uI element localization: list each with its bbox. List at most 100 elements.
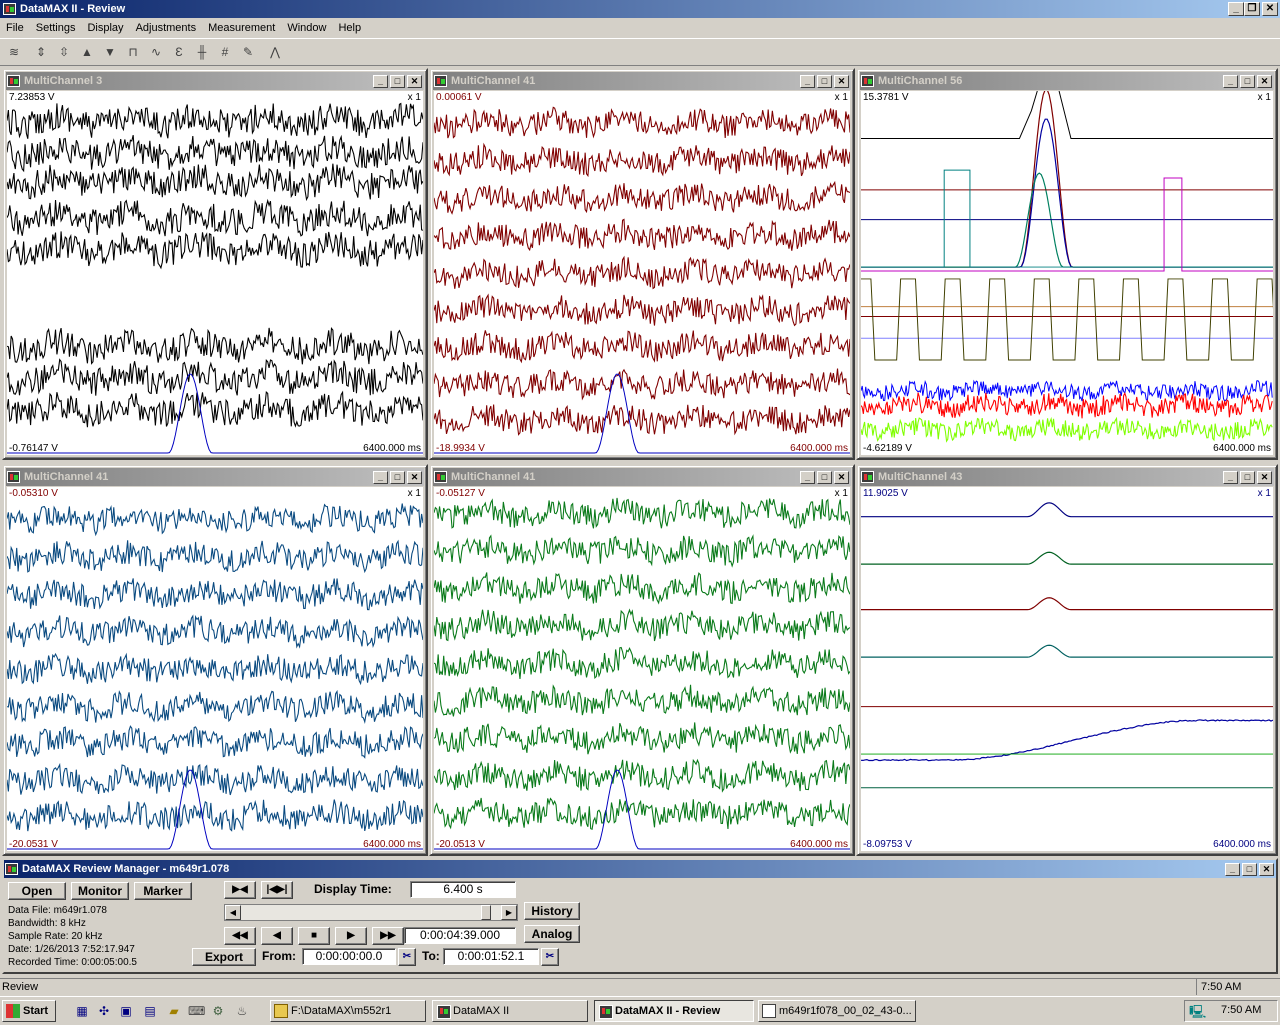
save-icon[interactable]: ▣ <box>118 1003 134 1019</box>
panel-maximize-button[interactable]: □ <box>817 471 832 484</box>
zoom-out-vertical-icon[interactable]: ⇳ <box>53 41 75 63</box>
folder-icon[interactable]: ▰ <box>166 1003 182 1019</box>
arrow-up-icon[interactable]: ▲ <box>76 41 98 63</box>
panel-close-button[interactable]: ✕ <box>834 75 849 88</box>
network-icon[interactable]: 🖳 <box>1189 1003 1206 1025</box>
minimize-button[interactable]: _ <box>1228 2 1244 16</box>
panel-maximize-button[interactable]: □ <box>390 471 405 484</box>
position-field[interactable]: 0:00:04:39.000 <box>404 927 516 944</box>
panel-title-bar[interactable]: MultiChannel 56 _ □ ✕ <box>860 72 1274 90</box>
task-folder[interactable]: F:\DataMAX\m552r1 <box>270 1000 426 1022</box>
quick-launch-icon[interactable]: ✣ <box>96 1003 112 1019</box>
task-document[interactable]: m649r1f078_00_02_43-0... <box>758 1000 916 1022</box>
from-field[interactable]: 0:00:00:00.0 <box>302 948 396 965</box>
scroll-left-arrow[interactable]: ◀ <box>225 905 241 920</box>
signal-icon[interactable]: ∿ <box>145 41 167 63</box>
panel-close-button[interactable]: ✕ <box>1257 75 1272 88</box>
panel-minimize-button[interactable]: _ <box>373 471 388 484</box>
plot-area[interactable]: 15.3781 V x 1 -4.62189 V 6400.000 ms <box>861 91 1273 455</box>
menu-display[interactable]: Display <box>81 22 129 34</box>
open-button[interactable]: Open <box>8 882 66 900</box>
manager-maximize-button[interactable]: □ <box>1242 863 1257 876</box>
scissors-icon[interactable]: ✂ <box>398 948 416 966</box>
fast-forward-button[interactable]: ▶▶ <box>372 927 404 945</box>
panel-multichannel-3[interactable]: MultiChannel 3 _ □ ✕ 7.23853 V x 1 -0.7614… <box>2 68 428 460</box>
stop-button[interactable]: ■ <box>298 927 330 945</box>
quick-launch-icon[interactable]: ▦ <box>74 1003 90 1019</box>
to-field[interactable]: 0:00:01:52.1 <box>443 948 539 965</box>
panel-maximize-button[interactable]: □ <box>1240 471 1255 484</box>
zoom-in-vertical-icon[interactable]: ⇕ <box>30 41 52 63</box>
panel-title-bar[interactable]: MultiChannel 41 _ □ ✕ <box>6 468 424 486</box>
panel-close-button[interactable]: ✕ <box>407 75 422 88</box>
quick-launch-icon[interactable]: ▤ <box>142 1003 158 1019</box>
panel-title-bar[interactable]: MultiChannel 3 _ □ ✕ <box>6 72 424 90</box>
panel-multichannel-41-a[interactable]: MultiChannel 41 _ □ ✕ 0.00061 V x 1 -18.99… <box>429 68 855 460</box>
menu-file[interactable]: File <box>0 22 30 34</box>
panel-minimize-button[interactable]: _ <box>800 471 815 484</box>
go-end-button[interactable]: |◀▶| <box>261 881 293 899</box>
plot-area[interactable]: 7.23853 V x 1 -0.76147 V 6400.000 ms <box>7 91 423 455</box>
panel-multichannel-56[interactable]: MultiChannel 56 _ □ ✕ 15.3781 V x 1 -4.621… <box>856 68 1278 460</box>
panel-minimize-button[interactable]: _ <box>1223 75 1238 88</box>
panel-maximize-button[interactable]: □ <box>390 75 405 88</box>
plot-area[interactable]: 11.9025 V x 1 -8.09753 V 6400.000 ms <box>861 487 1273 851</box>
scissors-icon[interactable]: ✂ <box>541 948 559 966</box>
export-button[interactable]: Export <box>192 948 256 966</box>
panel-title: MultiChannel 43 <box>878 471 963 483</box>
menu-window[interactable]: Window <box>281 22 332 34</box>
fast-rewind-button[interactable]: ◀◀ <box>224 927 256 945</box>
grid-icon[interactable]: # <box>214 41 236 63</box>
quick-launch-icon[interactable]: ♨ <box>234 1003 250 1019</box>
menu-measurement[interactable]: Measurement <box>202 22 281 34</box>
panel-close-button[interactable]: ✕ <box>834 471 849 484</box>
scroll-right-arrow[interactable]: ▶ <box>501 905 517 920</box>
trace-icon[interactable]: ⋀ <box>264 41 286 63</box>
quick-launch-icon[interactable]: ⌨ <box>188 1003 205 1019</box>
history-button[interactable]: History <box>524 902 580 920</box>
monitor-button[interactable]: Monitor <box>71 882 129 900</box>
panel-close-button[interactable]: ✕ <box>407 471 422 484</box>
chart-icon[interactable]: ⊓ <box>122 41 144 63</box>
panel-title-bar[interactable]: MultiChannel 43 _ □ ✕ <box>860 468 1274 486</box>
manager-minimize-button[interactable]: _ <box>1225 863 1240 876</box>
panel-minimize-button[interactable]: _ <box>1223 471 1238 484</box>
time-scrollbar[interactable]: ◀ ▶ <box>224 904 518 921</box>
manager-close-button[interactable]: ✕ <box>1259 863 1274 876</box>
task-datamax-review[interactable]: DataMAX II - Review <box>594 1000 754 1022</box>
arrow-down-icon[interactable]: ▼ <box>99 41 121 63</box>
menu-adjustments[interactable]: Adjustments <box>130 22 203 34</box>
pen-icon[interactable]: ✎ <box>237 41 259 63</box>
manager-title-bar[interactable]: DataMAX Review Manager - m649r1.078 _ □ ✕ <box>4 860 1276 878</box>
panel-close-button[interactable]: ✕ <box>1257 471 1272 484</box>
panel-minimize-button[interactable]: _ <box>800 75 815 88</box>
quick-launch-icon[interactable]: ⚙ <box>210 1003 226 1019</box>
restore-button[interactable]: ❐ <box>1244 2 1260 16</box>
menu-help[interactable]: Help <box>332 22 367 34</box>
start-button[interactable]: Start <box>2 1000 56 1022</box>
close-button[interactable]: ✕ <box>1262 2 1278 16</box>
panel-multichannel-41-c[interactable]: MultiChannel 41 _ □ ✕ -0.05127 V x 1 -20.0… <box>429 464 855 856</box>
play-button[interactable]: ▶ <box>335 927 367 945</box>
eu-icon[interactable]: Ɛ <box>168 41 190 63</box>
go-start-button[interactable]: ▶◀ <box>224 881 256 899</box>
scroll-thumb[interactable] <box>481 905 491 920</box>
panel-title-bar[interactable]: MultiChannel 41 _ □ ✕ <box>433 72 851 90</box>
plot-area[interactable]: -0.05127 V x 1 -20.0513 V 6400.000 ms <box>434 487 850 851</box>
marker-button[interactable]: Marker <box>134 882 192 900</box>
display-time-field[interactable]: 6.400 s <box>410 881 516 898</box>
plot-area[interactable]: -0.05310 V x 1 -20.0531 V 6400.000 ms <box>7 487 423 851</box>
analog-button[interactable]: Analog <box>524 925 580 943</box>
panel-minimize-button[interactable]: _ <box>373 75 388 88</box>
plot-area[interactable]: 0.00061 V x 1 -18.9934 V 6400.000 ms <box>434 91 850 455</box>
panel-title-bar[interactable]: MultiChannel 41 _ □ ✕ <box>433 468 851 486</box>
channel-icon[interactable]: ╫ <box>191 41 213 63</box>
panel-multichannel-41-b[interactable]: MultiChannel 41 _ □ ✕ -0.05310 V x 1 -20.0… <box>2 464 428 856</box>
menu-settings[interactable]: Settings <box>30 22 82 34</box>
task-datamax[interactable]: DataMAX II <box>432 1000 588 1022</box>
panel-multichannel-43[interactable]: MultiChannel 43 _ □ ✕ 11.9025 V x 1 -8.097… <box>856 464 1278 856</box>
panel-maximize-button[interactable]: □ <box>817 75 832 88</box>
waveform-icon[interactable]: ≋ <box>3 41 25 63</box>
panel-maximize-button[interactable]: □ <box>1240 75 1255 88</box>
rewind-button[interactable]: ◀ <box>261 927 293 945</box>
